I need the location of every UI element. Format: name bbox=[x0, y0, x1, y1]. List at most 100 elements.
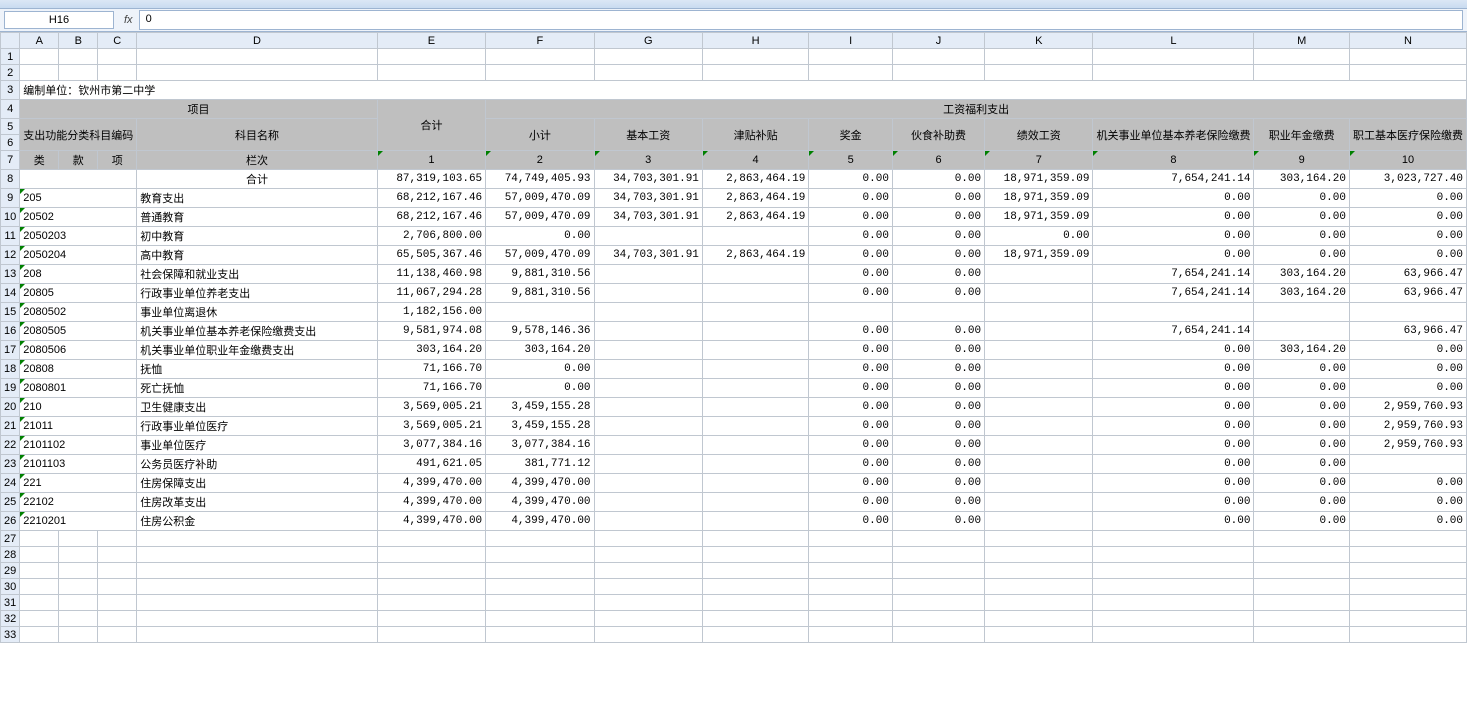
hdr-colnum[interactable]: 9 bbox=[1254, 151, 1349, 170]
cell[interactable] bbox=[137, 579, 378, 595]
cell-code[interactable]: 2080506 bbox=[20, 341, 137, 360]
cell[interactable]: 0.00 bbox=[1349, 360, 1466, 379]
cell[interactable] bbox=[809, 563, 893, 579]
cell[interactable]: 71,166.70 bbox=[377, 360, 485, 379]
cell[interactable]: 0.00 bbox=[892, 208, 984, 227]
cell[interactable]: 0.00 bbox=[892, 265, 984, 284]
cell[interactable]: 0.00 bbox=[892, 170, 984, 189]
cell[interactable] bbox=[985, 341, 1093, 360]
cell[interactable]: 381,771.12 bbox=[486, 455, 594, 474]
hdr-occ[interactable]: 职业年金缴费 bbox=[1254, 119, 1349, 151]
cell[interactable] bbox=[20, 170, 137, 189]
cell[interactable] bbox=[1349, 547, 1466, 563]
cell[interactable] bbox=[702, 531, 808, 547]
row-header[interactable]: 1 bbox=[1, 49, 20, 65]
col-header[interactable]: E bbox=[377, 33, 485, 49]
cell[interactable]: 0.00 bbox=[892, 246, 984, 265]
cell[interactable] bbox=[594, 563, 702, 579]
cell[interactable]: 0.00 bbox=[809, 322, 893, 341]
col-header[interactable]: F bbox=[486, 33, 594, 49]
cell[interactable]: 0.00 bbox=[892, 398, 984, 417]
cell-code[interactable]: 2101103 bbox=[20, 455, 137, 474]
cell-name[interactable]: 普通教育 bbox=[137, 208, 378, 227]
cell[interactable] bbox=[98, 49, 137, 65]
cell[interactable]: 0.00 bbox=[809, 284, 893, 303]
row-header[interactable]: 16 bbox=[1, 322, 20, 341]
cell-name[interactable]: 行政事业单位养老支出 bbox=[137, 284, 378, 303]
cell-code[interactable]: 210 bbox=[20, 398, 137, 417]
cell[interactable]: 0.00 bbox=[1093, 436, 1254, 455]
cell[interactable] bbox=[594, 284, 702, 303]
cell[interactable] bbox=[985, 563, 1093, 579]
cell[interactable]: 0.00 bbox=[1349, 227, 1466, 246]
cell[interactable]: 11,138,460.98 bbox=[377, 265, 485, 284]
cell[interactable] bbox=[594, 611, 702, 627]
cell[interactable] bbox=[59, 563, 98, 579]
cell[interactable]: 0.00 bbox=[809, 360, 893, 379]
cell[interactable]: 0.00 bbox=[1093, 227, 1254, 246]
cell[interactable] bbox=[594, 455, 702, 474]
row-header[interactable]: 2 bbox=[1, 65, 20, 81]
cell[interactable] bbox=[702, 547, 808, 563]
cell[interactable]: 0.00 bbox=[486, 227, 594, 246]
cell[interactable]: 9,578,146.36 bbox=[486, 322, 594, 341]
cell[interactable]: 0.00 bbox=[1093, 493, 1254, 512]
cell-code[interactable]: 2080502 bbox=[20, 303, 137, 322]
cell-name[interactable]: 社会保障和就业支出 bbox=[137, 265, 378, 284]
cell[interactable]: 0.00 bbox=[1093, 341, 1254, 360]
cell[interactable]: 0.00 bbox=[892, 284, 984, 303]
cell[interactable]: 0.00 bbox=[985, 227, 1093, 246]
cell[interactable] bbox=[59, 49, 98, 65]
cell[interactable]: 3,077,384.16 bbox=[486, 436, 594, 455]
cell[interactable]: 57,009,470.09 bbox=[486, 208, 594, 227]
cell[interactable] bbox=[137, 65, 378, 81]
hdr-project[interactable]: 项目 bbox=[20, 100, 378, 119]
col-header[interactable]: J bbox=[892, 33, 984, 49]
cell[interactable]: 0.00 bbox=[809, 436, 893, 455]
cell-name[interactable]: 住房保障支出 bbox=[137, 474, 378, 493]
cell[interactable]: 0.00 bbox=[892, 227, 984, 246]
cell[interactable]: 0.00 bbox=[809, 493, 893, 512]
hdr-total[interactable]: 合计 bbox=[377, 100, 485, 151]
cell[interactable]: 34,703,301.91 bbox=[594, 170, 702, 189]
cell-code[interactable]: 20808 bbox=[20, 360, 137, 379]
cell[interactable]: 3,459,155.28 bbox=[486, 417, 594, 436]
cell[interactable] bbox=[594, 265, 702, 284]
row-header[interactable]: 18 bbox=[1, 360, 20, 379]
cell[interactable] bbox=[985, 493, 1093, 512]
spreadsheet-grid[interactable]: A B C D E F G H I J K L M N 123编制单位：钦州市第… bbox=[0, 32, 1467, 643]
cell[interactable] bbox=[1349, 595, 1466, 611]
cell[interactable] bbox=[594, 398, 702, 417]
cell[interactable]: 7,654,241.14 bbox=[1093, 322, 1254, 341]
cell[interactable] bbox=[98, 595, 137, 611]
row-header[interactable]: 21 bbox=[1, 417, 20, 436]
cell[interactable] bbox=[985, 265, 1093, 284]
row-header[interactable]: 9 bbox=[1, 189, 20, 208]
cell[interactable] bbox=[486, 303, 594, 322]
cell[interactable] bbox=[1349, 303, 1466, 322]
cell[interactable]: 0.00 bbox=[809, 398, 893, 417]
cell[interactable] bbox=[702, 595, 808, 611]
cell[interactable] bbox=[377, 611, 485, 627]
cell[interactable] bbox=[1349, 65, 1466, 81]
col-header[interactable]: N bbox=[1349, 33, 1466, 49]
cell[interactable]: 0.00 bbox=[892, 322, 984, 341]
cell[interactable] bbox=[486, 611, 594, 627]
cell[interactable] bbox=[59, 579, 98, 595]
hdr-colnum[interactable]: 2 bbox=[486, 151, 594, 170]
hdr-colno[interactable]: 栏次 bbox=[137, 151, 378, 170]
cell[interactable]: 303,164.20 bbox=[1254, 341, 1349, 360]
cell[interactable] bbox=[377, 547, 485, 563]
cell[interactable] bbox=[702, 227, 808, 246]
cell[interactable]: 0.00 bbox=[1093, 360, 1254, 379]
cell[interactable] bbox=[985, 65, 1093, 81]
cell[interactable] bbox=[486, 65, 594, 81]
cell[interactable] bbox=[377, 531, 485, 547]
cell[interactable] bbox=[702, 65, 808, 81]
cell[interactable] bbox=[985, 595, 1093, 611]
cell[interactable]: 491,621.05 bbox=[377, 455, 485, 474]
cell[interactable] bbox=[594, 322, 702, 341]
cell[interactable] bbox=[1093, 531, 1254, 547]
cell[interactable]: 0.00 bbox=[1254, 417, 1349, 436]
cell[interactable] bbox=[702, 512, 808, 531]
